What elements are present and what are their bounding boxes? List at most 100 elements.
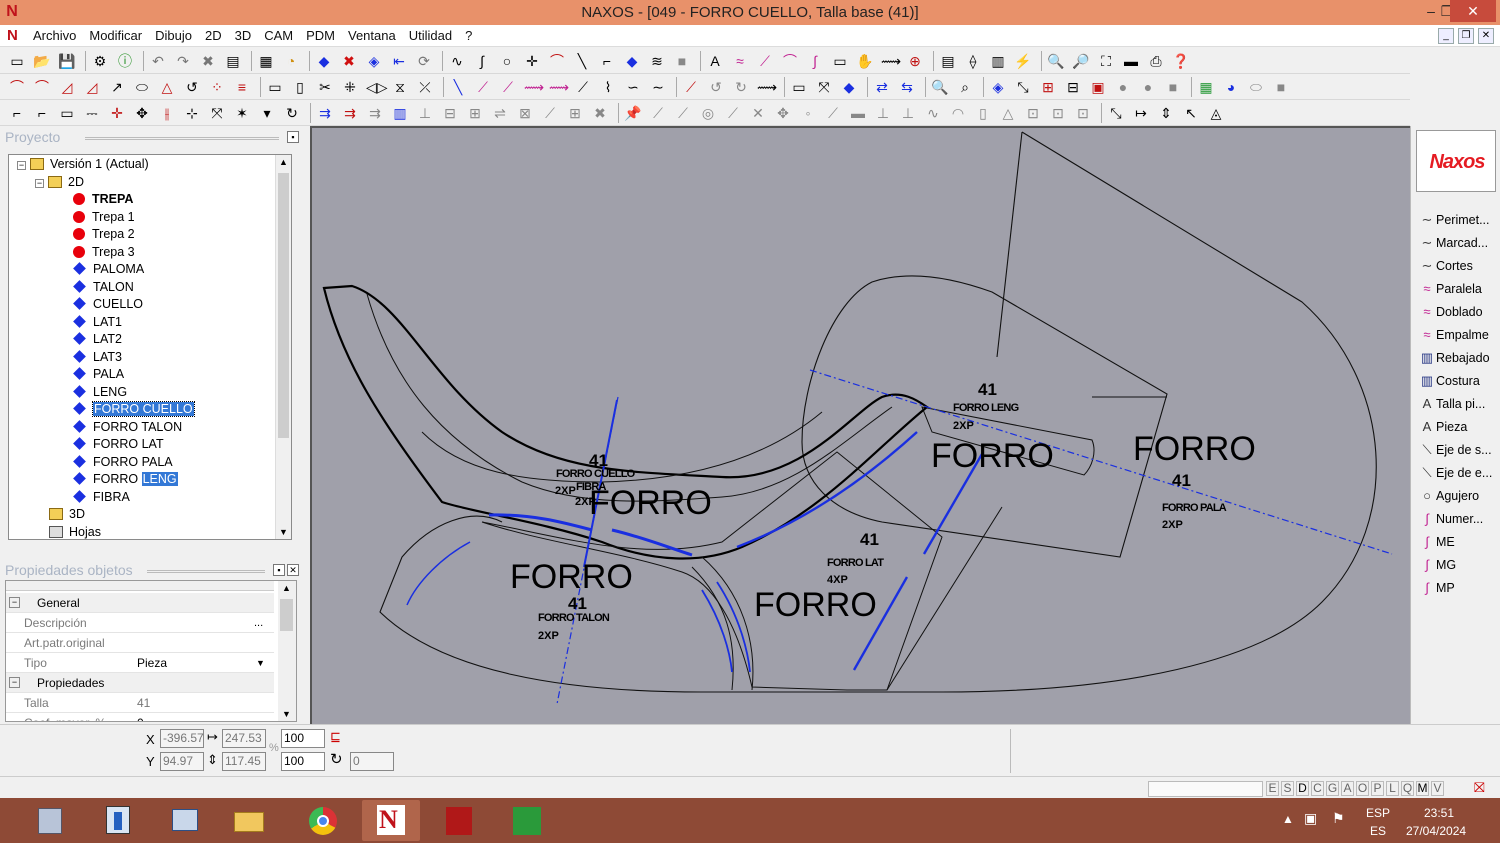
loop-icon[interactable]: ↺ — [183, 78, 201, 96]
snap-toggle[interactable]: O — [1356, 781, 1369, 796]
angle-icon[interactable]: ◬ — [1207, 104, 1225, 122]
rect-icon[interactable]: ▭ — [831, 52, 849, 70]
snap-toggle[interactable]: A — [1341, 781, 1354, 796]
block-icon[interactable]: ■ — [1272, 78, 1290, 96]
perp2-icon[interactable]: ⊥ — [874, 104, 892, 122]
chrome-task-icon[interactable] — [294, 800, 352, 841]
zoom-in-icon[interactable]: 🔍 — [1047, 52, 1065, 70]
edge4-icon[interactable]: ⟋ — [824, 104, 842, 122]
tree-item[interactable]: FORRO TALON — [73, 419, 182, 436]
parallel-snap-icon[interactable]: ⫲ — [158, 104, 176, 122]
knife-icon[interactable]: ⟋ — [682, 78, 700, 96]
refresh-icon[interactable]: ↻ — [283, 104, 301, 122]
drawing-canvas[interactable]: FORRO FORRO FORRO FORRO FORRO 41 FORRO C… — [310, 126, 1410, 724]
forward3-icon[interactable]: ⇉ — [366, 104, 384, 122]
prop-coef[interactable]: Coef. mayor. % 0 — [6, 713, 274, 721]
snap-toggle[interactable]: P — [1371, 781, 1384, 796]
height-measure-icon[interactable]: ⇕ — [1157, 104, 1175, 122]
frame2-icon[interactable]: ▣ — [1089, 78, 1107, 96]
grid-icon[interactable]: ⊞ — [1039, 78, 1057, 96]
section-propiedades[interactable]: − Propiedades — [6, 673, 274, 693]
trace-icon[interactable]: ⟿ — [881, 52, 901, 70]
stitch-icon[interactable]: ▥ — [989, 52, 1007, 70]
parallel-icon[interactable]: ≈ — [731, 52, 749, 70]
tilde-icon[interactable]: ∼ — [649, 78, 667, 96]
snap-rect-icon[interactable]: ▭ — [58, 104, 76, 122]
rotate-icon[interactable]: ↻ — [330, 750, 343, 768]
collapse-icon[interactable]: − — [9, 597, 20, 608]
blob2-icon[interactable]: ● — [1139, 78, 1157, 96]
delete-icon[interactable]: ✖ — [199, 52, 217, 70]
menu-item-help[interactable]: ? — [465, 28, 472, 43]
menu-item-3d[interactable]: 3D — [235, 28, 252, 43]
target-icon[interactable]: ⊕ — [906, 52, 924, 70]
tree-item[interactable]: LAT1 — [73, 314, 122, 331]
step-icon[interactable]: ⌇ — [599, 78, 617, 96]
hourglass-icon[interactable]: ⧖ — [391, 78, 409, 96]
tree-item[interactable]: Hojas — [49, 524, 101, 540]
blob-icon[interactable]: ● — [1114, 78, 1132, 96]
node-icon[interactable]: ◆ — [623, 52, 641, 70]
tree-item[interactable]: − 2D — [35, 174, 84, 191]
tree-item[interactable]: TREPA — [73, 191, 133, 208]
explorer-task-icon[interactable] — [156, 800, 214, 841]
section-general[interactable]: − General — [6, 593, 274, 613]
open-icon[interactable]: 📂 — [33, 52, 51, 70]
mirror-icon[interactable]: ⊑ — [330, 729, 341, 745]
ellipsis-button[interactable]: ... — [254, 613, 263, 633]
network-icon[interactable]: ▣ — [1304, 810, 1317, 827]
ellipse-icon[interactable]: ⬭ — [133, 78, 151, 96]
restore-button[interactable]: ❐ — [1418, 0, 1454, 22]
diag3-icon[interactable]: ⟋ — [499, 78, 517, 96]
zoom-fit-icon[interactable]: ⛶ — [1097, 52, 1115, 70]
node2-icon[interactable]: ◈ — [989, 78, 1007, 96]
prop-tipo[interactable]: Tipo Pieza ▼ — [6, 653, 274, 673]
menu-item-utilidad[interactable]: Utilidad — [409, 28, 452, 43]
tray-expand-icon[interactable]: ▲ — [1282, 812, 1294, 826]
snap-corner-icon[interactable]: ⌐ — [8, 104, 26, 122]
tree-item[interactable]: FORRO LENG — [73, 471, 178, 488]
arc2-icon[interactable]: ⌒ — [33, 78, 51, 96]
pin-icon[interactable]: 📌 — [624, 104, 642, 122]
copy-icon[interactable]: ▭ — [266, 78, 284, 96]
prop-talla[interactable]: Talla 41 — [6, 693, 274, 713]
arrow-icon[interactable]: ↗ — [108, 78, 126, 96]
mdi-close-button[interactable]: ✕ — [1478, 28, 1494, 44]
tool-agujero[interactable]: ○ Agujero — [1418, 486, 1500, 506]
edge3-icon[interactable]: ⟋ — [724, 104, 742, 122]
grade-icon[interactable]: ⟠ — [964, 52, 982, 70]
palette-icon[interactable]: ▦ — [1197, 78, 1215, 96]
tree-scrollbar[interactable]: ▲ ▼ — [275, 155, 291, 539]
arc-tool-icon[interactable]: ⌒ — [8, 78, 26, 96]
diag-icon[interactable]: ╲ — [449, 78, 467, 96]
cross2-icon[interactable]: ✥ — [774, 104, 792, 122]
search-icon[interactable]: ⌕ — [956, 78, 974, 96]
select-icon[interactable]: ◆ — [315, 52, 333, 70]
menu-item-2d[interactable]: 2D — [205, 28, 222, 43]
tool-pieza[interactable]: A Pieza — [1418, 417, 1500, 437]
bar-icon[interactable]: ▬ — [849, 104, 867, 122]
magnify-icon[interactable]: 🔍 — [931, 78, 949, 96]
scale-y-field[interactable]: 100 — [281, 752, 325, 771]
snap-toggle[interactable]: C — [1311, 781, 1324, 796]
tipo-select[interactable]: Pieza — [137, 653, 167, 673]
triangle-icon[interactable]: △ — [158, 78, 176, 96]
link-icon[interactable]: ⇌ — [491, 104, 509, 122]
trace2-icon[interactable]: ⟿ — [757, 78, 777, 96]
redo-icon[interactable]: ↷ — [174, 52, 192, 70]
tree-item[interactable]: 3D — [49, 506, 85, 523]
corner-cut-icon[interactable]: ◿ — [58, 78, 76, 96]
tree-item[interactable]: LAT3 — [73, 349, 122, 366]
snap-cross-icon[interactable]: ✛ — [108, 104, 126, 122]
snap-toggle[interactable]: Q — [1401, 781, 1414, 796]
tree-item[interactable]: PALOMA — [73, 261, 144, 278]
tree-scroll-thumb[interactable] — [278, 173, 289, 438]
perp-icon[interactable]: ⊥ — [416, 104, 434, 122]
tool-me[interactable]: ∫ ME — [1418, 532, 1500, 552]
pill-icon[interactable]: ⬭ — [1247, 78, 1265, 96]
edge-icon[interactable]: ⟋ — [649, 104, 667, 122]
tool-talla-pi[interactable]: A Talla pi... — [1418, 394, 1500, 414]
insert-icon[interactable]: ⊹ — [183, 104, 201, 122]
cut-icon[interactable]: ✂ — [316, 78, 334, 96]
width-measure-icon[interactable]: ↦ — [1132, 104, 1150, 122]
